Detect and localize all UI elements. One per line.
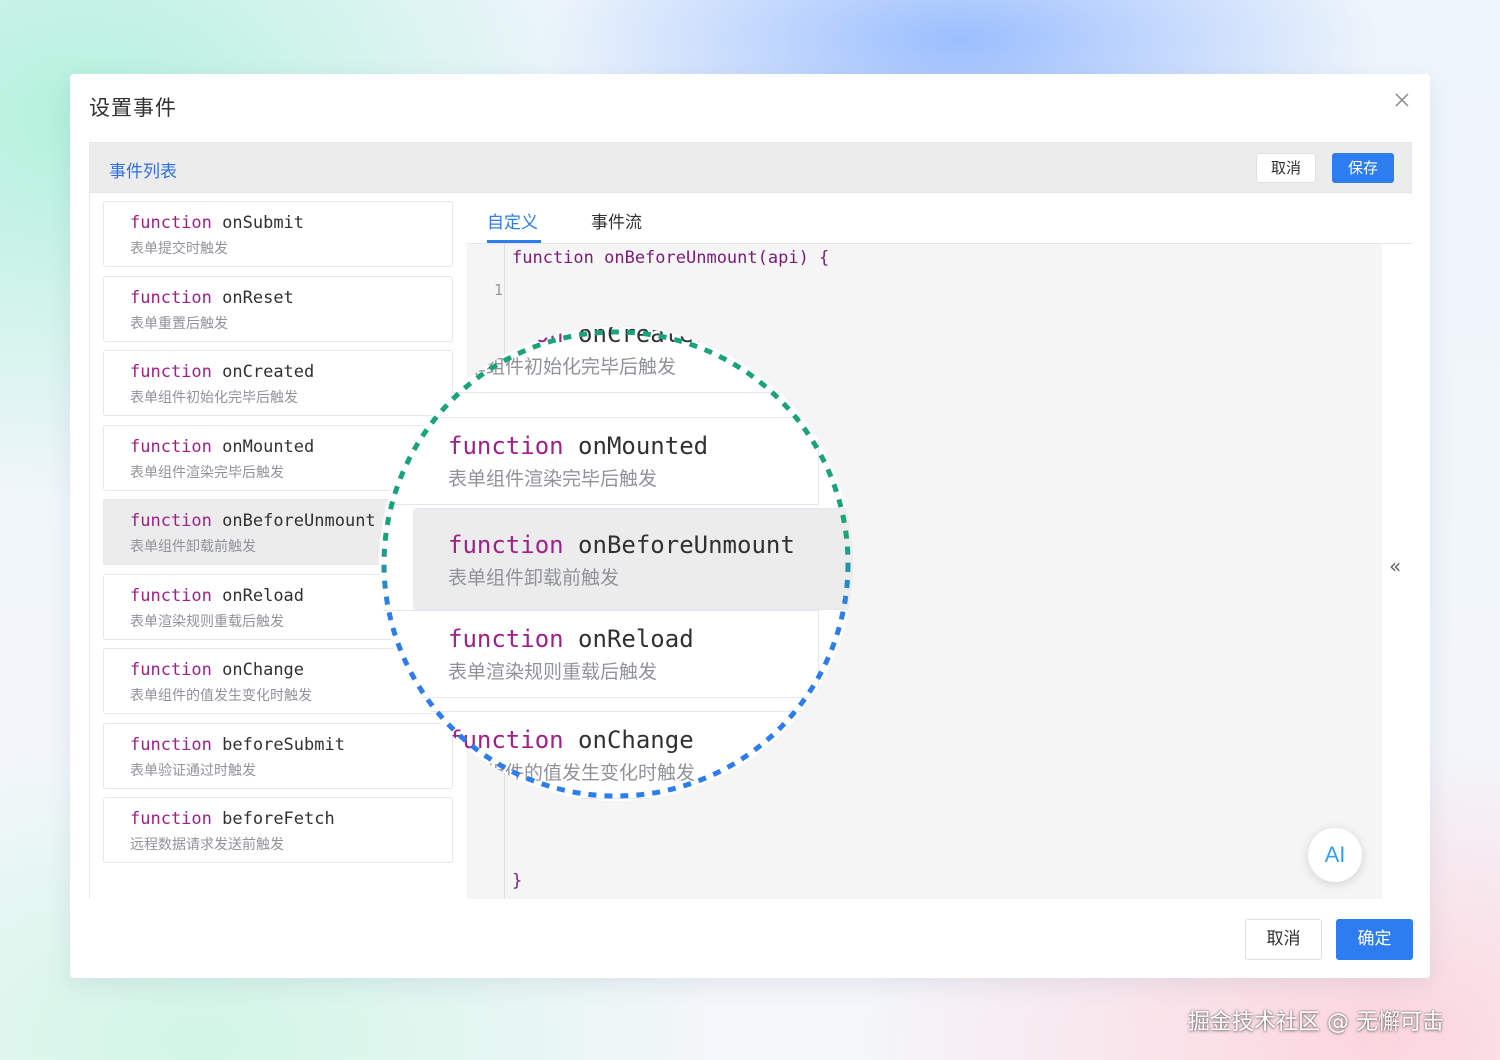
magnified-description: 表单组件的值发生变化时触发 <box>448 762 696 784</box>
magnified-event-item: function onCreated 表单组件初始化完毕后触发 <box>379 327 819 393</box>
event-signature: function onReset <box>130 288 294 308</box>
magnified-event-item: function onBeforeUnmount 表单组件卸载前触发 <box>413 508 853 610</box>
magnified-description: 表单组件初始化完毕后触发 <box>448 356 677 378</box>
magnified-description: 表单组件渲染完毕后触发 <box>448 468 658 490</box>
event-name: onChange <box>222 660 305 680</box>
magnified-event-item: function onChange 表单组件的值发生变化时触发 <box>379 711 819 799</box>
event-name: onSubmit <box>222 213 305 233</box>
code-last-line: } <box>512 871 523 891</box>
event-description: 表单验证通过时触发 <box>130 762 256 779</box>
event-signature: function onMounted <box>130 437 314 457</box>
magnified-name: onMounted <box>578 432 709 460</box>
close-icon[interactable] <box>1390 88 1414 112</box>
editor-tabs: 自定义 事件流 <box>467 194 1412 244</box>
event-keyword: function <box>130 287 212 308</box>
magnified-name: onBeforeUnmount <box>578 531 795 559</box>
event-description: 表单组件卸载前触发 <box>130 539 256 555</box>
double-chevron-left-icon: « <box>1389 554 1402 578</box>
event-signature: function onBeforeUnmount <box>130 511 376 531</box>
event-name: beforeSubmit <box>222 734 345 755</box>
panel-header: 事件列表 取消 保存 <box>90 143 1411 193</box>
event-description: 表单重置后触发 <box>130 315 228 332</box>
event-description: 表单组件初始化完毕后触发 <box>130 390 298 406</box>
event-description: 表单组件渲染完毕后触发 <box>130 464 284 481</box>
active-tab-indicator <box>487 240 541 243</box>
cancel-button[interactable]: 取消 <box>1245 919 1322 960</box>
magnified-signature: function onMounted <box>448 432 708 460</box>
event-keyword: function <box>130 213 212 233</box>
event-item[interactable]: function beforeFetch 远程数据请求发送前触发 <box>103 797 453 863</box>
event-keyword: function <box>130 436 212 457</box>
ai-assistant-button[interactable]: AI <box>1308 828 1362 882</box>
magnified-signature: function onChange <box>448 726 694 754</box>
event-signature: function onCreated <box>130 362 314 382</box>
header-cancel-button[interactable]: 取消 <box>1256 153 1316 183</box>
tab-event-flow[interactable]: 事件流 <box>591 208 642 233</box>
event-description: 表单组件的值发生变化时触发 <box>130 688 312 704</box>
event-signature: function onReload <box>130 586 304 606</box>
event-description: 远程数据请求发送前触发 <box>130 837 284 853</box>
event-keyword: function <box>130 809 212 829</box>
save-button[interactable]: 保存 <box>1332 153 1394 183</box>
event-name: onReset <box>222 287 294 308</box>
code-first-line: function onBeforeUnmount(api) { <box>512 248 830 268</box>
magnified-keyword: function <box>448 327 564 348</box>
magnified-signature: function onBeforeUnmount <box>448 531 795 559</box>
magnified-name: onCreated <box>578 327 709 348</box>
event-keyword: function <box>130 362 212 382</box>
watermark: 掘金技术社区 @ 无懈可击 <box>1188 1010 1444 1035</box>
event-keyword: function <box>130 660 212 680</box>
line-number: 1 <box>493 281 503 299</box>
dialog-title: 设置事件 <box>89 96 177 120</box>
event-name: onCreated <box>222 362 315 382</box>
magnified-event-item: function onReload 表单渲染规则重载后触发 <box>379 610 819 698</box>
event-name: onBeforeUnmount <box>222 511 376 531</box>
event-signature: function onSubmit <box>130 213 304 233</box>
magnifier-callout: function onCreated 表单组件初始化完毕后触发 function o… <box>379 327 853 801</box>
magnified-keyword: function <box>448 625 564 653</box>
event-description: 表单渲染规则重载后触发 <box>130 613 284 630</box>
magnified-signature: function onReload <box>448 625 694 653</box>
event-signature: function beforeSubmit <box>130 735 345 755</box>
magnified-name: onReload <box>578 625 694 653</box>
collapse-panel-button[interactable]: « <box>1382 244 1412 899</box>
event-name: beforeFetch <box>222 809 335 829</box>
event-item[interactable]: function onSubmit 表单提交时触发 <box>103 201 453 267</box>
event-signature: function beforeFetch <box>130 809 335 829</box>
event-keyword: function <box>130 585 212 606</box>
magnified-description: 表单组件卸载前触发 <box>448 567 620 589</box>
magnified-keyword: function <box>448 726 564 754</box>
confirm-button[interactable]: 确定 <box>1336 919 1413 960</box>
tab-custom[interactable]: 自定义 <box>487 208 538 233</box>
magnified-name: onChange <box>578 726 694 754</box>
event-signature: function onChange <box>130 660 304 680</box>
magnified-keyword: function <box>448 432 564 460</box>
magnified-description: 表单渲染规则重载后触发 <box>448 661 658 683</box>
event-keyword: function <box>130 734 212 755</box>
magnified-event-item: function onMounted 表单组件渲染完毕后触发 <box>379 417 819 505</box>
event-keyword: function <box>130 511 212 531</box>
event-list-title: 事件列表 <box>109 162 177 182</box>
event-description: 表单提交时触发 <box>130 241 228 257</box>
magnified-signature: function onCreated <box>448 327 708 348</box>
event-name: onReload <box>222 585 305 606</box>
event-name: onMounted <box>222 436 315 457</box>
magnified-keyword: function <box>448 531 564 559</box>
